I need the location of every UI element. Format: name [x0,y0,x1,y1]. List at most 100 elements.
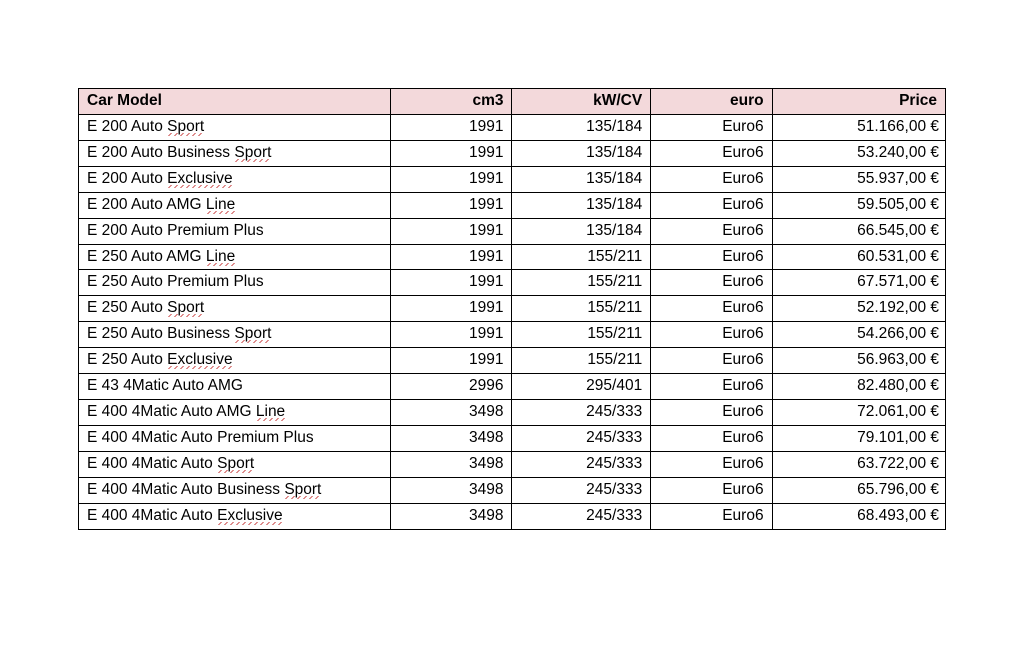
cell-cm3: 3498 [391,425,512,451]
header-price: Price [772,89,945,115]
cell-euro: Euro6 [651,425,772,451]
model-text: E 400 4Matic Auto AMG [87,403,256,420]
spellcheck-underline: Line [256,403,285,421]
model-text: E 250 Auto [87,299,167,316]
cell-euro: Euro6 [651,218,772,244]
spellcheck-underline: Line [206,248,235,266]
model-text: E 400 4Matic Auto Premium [87,429,283,446]
cell-price: 68.493,00 € [772,503,945,529]
table-row: E 200 Auto Sport1991135/184Euro651.166,0… [79,114,946,140]
cell-kwcv: 135/184 [512,166,651,192]
cell-kwcv: 135/184 [512,192,651,218]
spellcheck-underline: Sport [217,455,254,473]
cell-model: E 400 4Matic Auto Premium Plus [79,425,391,451]
spellcheck-underline: Sport [284,481,321,499]
model-text: E 200 Auto [87,170,167,187]
cell-kwcv: 245/333 [512,400,651,426]
cell-cm3: 3498 [391,451,512,477]
model-text: E 200 Auto AMG [87,196,206,213]
model-text: E 250 Auto Business [87,325,234,342]
cell-model: E 250 Auto Business Sport [79,322,391,348]
model-text: Plus [233,273,263,290]
car-price-table: Car Model cm3 kW/CV euro Price E 200 Aut… [78,88,946,530]
cell-kwcv: 155/211 [512,322,651,348]
spellcheck-underline: Exclusive [167,170,232,188]
cell-price: 59.505,00 € [772,192,945,218]
model-text: E 400 4Matic Auto [87,507,217,524]
cell-kwcv: 295/401 [512,374,651,400]
cell-model: E 400 4Matic Auto Exclusive [79,503,391,529]
cell-cm3: 1991 [391,244,512,270]
spellcheck-underline: Exclusive [167,351,232,369]
cell-cm3: 3498 [391,503,512,529]
spellcheck-underline: Sport [167,299,204,317]
cell-cm3: 1991 [391,166,512,192]
cell-euro: Euro6 [651,192,772,218]
table-row: E 200 Auto Premium Plus1991135/184Euro66… [79,218,946,244]
cell-cm3: 1991 [391,192,512,218]
cell-euro: Euro6 [651,374,772,400]
model-text: E 400 4Matic Auto Business [87,481,284,498]
cell-price: 67.571,00 € [772,270,945,296]
table-row: E 200 Auto AMG Line1991135/184Euro659.50… [79,192,946,218]
table-header: Car Model cm3 kW/CV euro Price [79,89,946,115]
model-text: Plus [283,429,313,446]
model-text: E 43 4Matic Auto AMG [87,377,243,394]
header-row: Car Model cm3 kW/CV euro Price [79,89,946,115]
table-row: E 250 Auto AMG Line1991155/211Euro660.53… [79,244,946,270]
cell-euro: Euro6 [651,348,772,374]
spellcheck-underline: Sport [234,144,271,162]
page-wrap: Car Model cm3 kW/CV euro Price E 200 Aut… [0,0,1024,530]
cell-euro: Euro6 [651,166,772,192]
cell-model: E 250 Auto Sport [79,296,391,322]
header-kwcv: kW/CV [512,89,651,115]
cell-model: E 250 Auto AMG Line [79,244,391,270]
cell-price: 65.796,00 € [772,477,945,503]
cell-euro: Euro6 [651,322,772,348]
cell-euro: Euro6 [651,400,772,426]
spellcheck-underline: Sport [234,325,271,343]
cell-cm3: 1991 [391,140,512,166]
cell-cm3: 1991 [391,322,512,348]
header-euro: euro [651,89,772,115]
model-text: E 200 Auto Business [87,144,234,161]
header-cm3: cm3 [391,89,512,115]
cell-cm3: 3498 [391,477,512,503]
cell-kwcv: 155/211 [512,348,651,374]
table-row: E 43 4Matic Auto AMG2996295/401Euro682.4… [79,374,946,400]
table-row: E 250 Auto Sport1991155/211Euro652.192,0… [79,296,946,322]
table-row: E 250 Auto Premium Plus1991155/211Euro66… [79,270,946,296]
cell-euro: Euro6 [651,296,772,322]
cell-kwcv: 245/333 [512,451,651,477]
model-text: E 400 4Matic Auto [87,455,217,472]
model-text: E 250 Auto AMG [87,248,206,265]
cell-cm3: 3498 [391,400,512,426]
cell-model: E 200 Auto Exclusive [79,166,391,192]
cell-model: E 400 4Matic Auto Sport [79,451,391,477]
cell-price: 51.166,00 € [772,114,945,140]
spellcheck-underline: Exclusive [217,507,282,525]
cell-model: E 200 Auto Business Sport [79,140,391,166]
table-row: E 400 4Matic Auto Business Sport3498245/… [79,477,946,503]
cell-model: E 400 4Matic Auto AMG Line [79,400,391,426]
cell-kwcv: 245/333 [512,477,651,503]
table-row: E 200 Auto Exclusive1991135/184Euro655.9… [79,166,946,192]
cell-kwcv: 155/211 [512,296,651,322]
model-text: E 250 Auto [87,351,167,368]
cell-model: E 200 Auto AMG Line [79,192,391,218]
cell-model: E 400 4Matic Auto Business Sport [79,477,391,503]
model-text: E 200 Auto Premium [87,222,233,239]
table-row: E 400 4Matic Auto Premium Plus3498245/33… [79,425,946,451]
table-row: E 400 4Matic Auto Exclusive3498245/333Eu… [79,503,946,529]
cell-cm3: 2996 [391,374,512,400]
spellcheck-underline: Sport [167,118,204,136]
header-model: Car Model [79,89,391,115]
cell-model: E 250 Auto Premium Plus [79,270,391,296]
cell-model: E 250 Auto Exclusive [79,348,391,374]
cell-price: 60.531,00 € [772,244,945,270]
cell-euro: Euro6 [651,270,772,296]
cell-price: 52.192,00 € [772,296,945,322]
cell-price: 53.240,00 € [772,140,945,166]
table-row: E 250 Auto Business Sport1991155/211Euro… [79,322,946,348]
cell-price: 72.061,00 € [772,400,945,426]
